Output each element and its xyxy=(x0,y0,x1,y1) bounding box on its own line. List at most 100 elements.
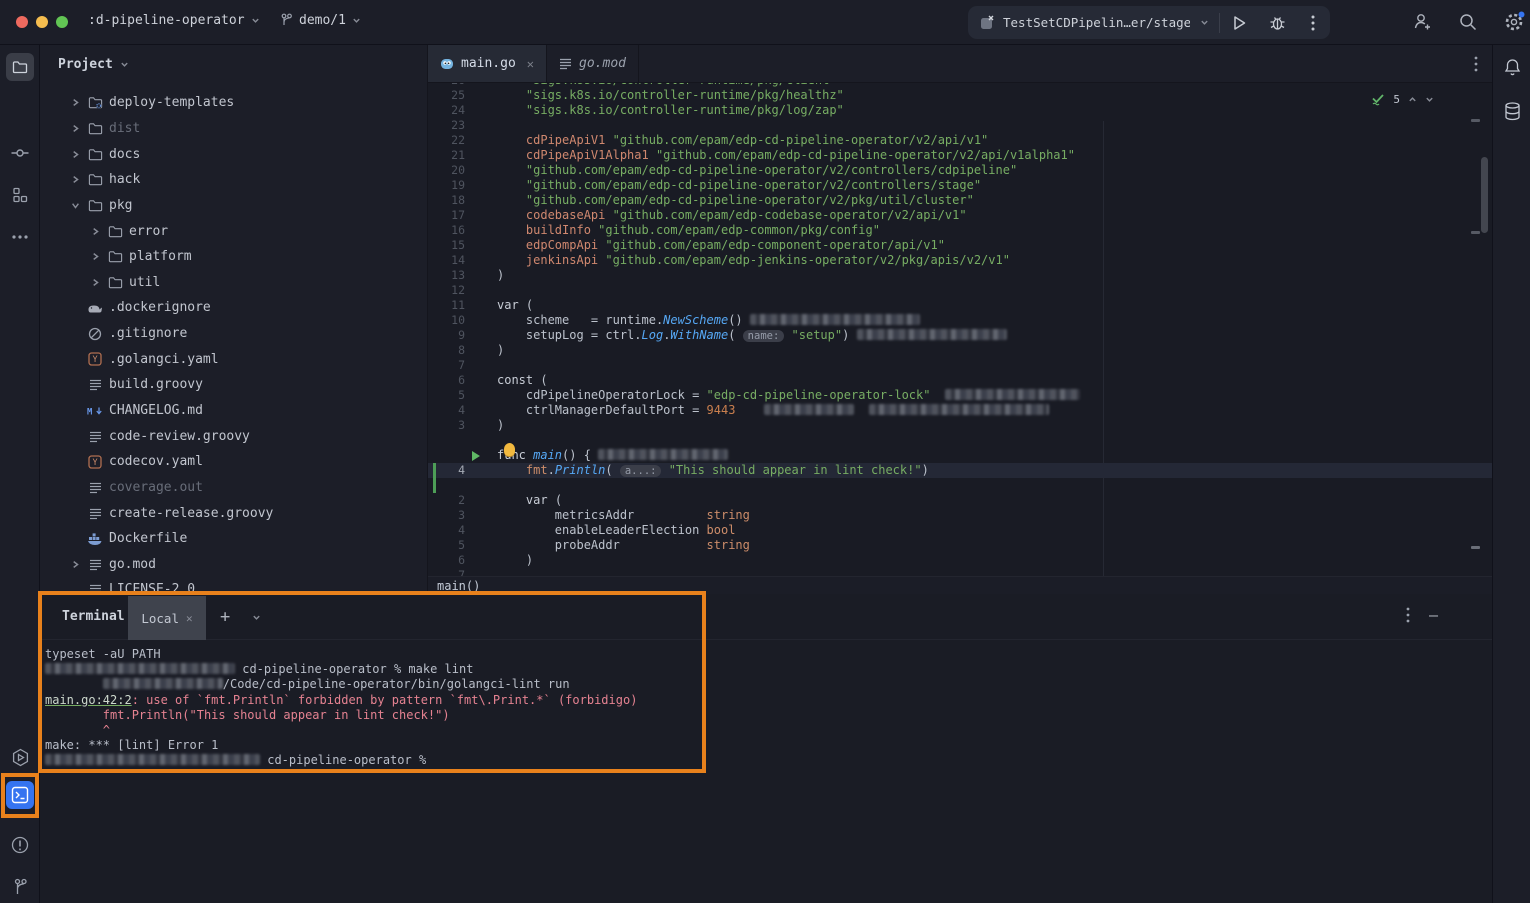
terminal-tab-local[interactable]: Local ✕ xyxy=(128,596,206,640)
version-control-tool-button[interactable] xyxy=(6,873,34,901)
code-line[interactable]: 23 xyxy=(428,118,1492,133)
stripe-mark[interactable] xyxy=(1471,119,1480,122)
tree-item-codecov-yaml[interactable]: Ycodecov.yaml xyxy=(40,449,427,475)
structure-tool-button[interactable] xyxy=(6,181,34,209)
code-line[interactable]: 6const ( xyxy=(428,373,1492,388)
tree-item-util[interactable]: util xyxy=(40,269,427,295)
line-number[interactable]: 3 xyxy=(428,418,465,433)
terminal-options-kebab-icon[interactable] xyxy=(1406,607,1410,623)
next-problem-icon[interactable] xyxy=(1425,95,1434,104)
chevron-expanded-icon[interactable] xyxy=(68,201,83,210)
code-line[interactable]: 15 edpCompApi "github.com/epam/edp-compo… xyxy=(428,238,1492,253)
tree-item-platform[interactable]: platform xyxy=(40,244,427,270)
tree-item-dist[interactable]: dist xyxy=(40,116,427,142)
branch-selector[interactable]: demo/1 xyxy=(280,13,361,28)
line-number[interactable]: 16 xyxy=(428,223,465,238)
terminal-panel-title[interactable]: Terminal xyxy=(62,609,125,624)
line-number[interactable]: 7 xyxy=(428,358,465,373)
tree-item-license-2-0[interactable]: LICENSE-2.0 xyxy=(40,577,427,594)
code-line[interactable]: 10 scheme = runtime.NewScheme() xyxy=(428,313,1492,328)
sticky-breadcrumb[interactable]: main() xyxy=(428,576,1492,594)
tree-item-changelog-md[interactable]: MCHANGELOG.md xyxy=(40,398,427,424)
code-line[interactable]: 5 probeAddr string xyxy=(428,538,1492,553)
line-number[interactable]: 14 xyxy=(428,253,465,268)
close-tab-icon[interactable]: ✕ xyxy=(186,612,193,625)
tree-item-create-release-groovy[interactable]: create-release.groovy xyxy=(40,500,427,526)
code-line[interactable]: 11var ( xyxy=(428,298,1492,313)
code-line[interactable]: 3) xyxy=(428,418,1492,433)
line-number[interactable]: 9 xyxy=(428,328,465,343)
code-line[interactable]: 21 cdPipeApiV1Alpha1 "github.com/epam/ed… xyxy=(428,148,1492,163)
tree-item-hack[interactable]: hack xyxy=(40,167,427,193)
project-tool-button[interactable] xyxy=(6,53,34,81)
tree-item-deploy-templates[interactable]: deploy-templates xyxy=(40,90,427,116)
intention-bulb-icon[interactable] xyxy=(504,443,515,456)
code-line[interactable]: 6 ) xyxy=(428,553,1492,568)
run-button[interactable] xyxy=(1220,15,1258,31)
line-number[interactable]: 3 xyxy=(428,508,465,523)
code-line[interactable]: 18 "github.com/epam/edp-cd-pipeline-oper… xyxy=(428,193,1492,208)
tree-item-docs[interactable]: docs xyxy=(40,141,427,167)
code-line[interactable]: 9 setupLog = ctrl.Log.WithName( name: "s… xyxy=(428,328,1492,343)
line-number[interactable]: 18 xyxy=(428,193,465,208)
code-line[interactable]: 20 "github.com/epam/edp-cd-pipeline-oper… xyxy=(428,163,1492,178)
line-number[interactable]: 12 xyxy=(428,283,465,298)
code-line[interactable]: 4 ctrlManagerDefaultPort = 9443 xyxy=(428,403,1492,418)
chevron-collapsed-icon[interactable] xyxy=(68,560,83,569)
code-line[interactable]: 13) xyxy=(428,268,1492,283)
code-line[interactable]: 24 "sigs.k8s.io/controller-runtime/pkg/l… xyxy=(428,103,1492,118)
line-number[interactable]: 7 xyxy=(428,568,465,576)
prev-problem-icon[interactable] xyxy=(1408,95,1417,104)
line-number[interactable]: 6 xyxy=(428,373,465,388)
minimize-window-button[interactable] xyxy=(36,16,48,28)
code-line[interactable]: 8) xyxy=(428,343,1492,358)
code-line[interactable]: 14 jenkinsApi "github.com/epam/edp-jenki… xyxy=(428,253,1492,268)
tree-item-code-review-groovy[interactable]: code-review.groovy xyxy=(40,423,427,449)
code-line[interactable]: 3 metricsAddr string xyxy=(428,508,1492,523)
code-line[interactable] xyxy=(428,433,1492,448)
code-line[interactable]: 12 xyxy=(428,283,1492,298)
notifications-bell-icon[interactable] xyxy=(1504,58,1521,76)
chevron-collapsed-icon[interactable] xyxy=(68,98,83,107)
chevron-collapsed-icon[interactable] xyxy=(68,150,83,159)
tab-go-mod[interactable]: go.mod xyxy=(547,45,639,82)
search-icon[interactable] xyxy=(1458,12,1478,32)
close-window-button[interactable] xyxy=(16,16,28,28)
code-line[interactable]: 4 enableLeaderElection bool xyxy=(428,523,1492,538)
code-line[interactable]: 19 "github.com/epam/edp-cd-pipeline-oper… xyxy=(428,178,1492,193)
code-line[interactable]: func main() { xyxy=(428,448,1492,463)
zoom-window-button[interactable] xyxy=(56,16,68,28)
line-number[interactable]: 25 xyxy=(428,88,465,103)
line-number[interactable]: 13 xyxy=(428,268,465,283)
run-main-gutter-icon[interactable] xyxy=(472,451,480,461)
editor-scrollbar[interactable] xyxy=(1481,157,1488,233)
tree-item--golangci-yaml[interactable]: Y.golangci.yaml xyxy=(40,346,427,372)
line-number[interactable]: 15 xyxy=(428,238,465,253)
code-line[interactable]: 2 var ( xyxy=(428,493,1492,508)
code-line[interactable]: 7 xyxy=(428,568,1492,576)
code-line[interactable]: 17 codebaseApi "github.com/epam/edp-code… xyxy=(428,208,1492,223)
tab-main-go[interactable]: main.go ✕ xyxy=(428,45,547,82)
line-number[interactable]: 19 xyxy=(428,178,465,193)
chevron-collapsed-icon[interactable] xyxy=(88,227,103,236)
problems-tool-button[interactable] xyxy=(6,831,34,859)
code-viewport[interactable]: 26 "sigs.k8s.io/controller-runtime/pkg/c… xyxy=(428,83,1492,576)
chevron-collapsed-icon[interactable] xyxy=(68,124,83,133)
run-tool-button[interactable] xyxy=(6,743,34,771)
run-config-name[interactable]: TestSetCDPipelin…er/stage xyxy=(1003,15,1190,30)
line-number[interactable]: 11 xyxy=(428,298,465,313)
code-line[interactable]: 4 fmt.Println( a...: "This should appear… xyxy=(428,463,1492,478)
line-number[interactable]: 6 xyxy=(428,553,465,568)
debug-button[interactable] xyxy=(1258,14,1296,31)
code-with-me-icon[interactable] xyxy=(1412,12,1433,32)
project-panel-header[interactable]: Project xyxy=(58,57,129,72)
line-number[interactable]: 4 xyxy=(428,403,465,418)
line-number[interactable]: 4 xyxy=(428,523,465,538)
chevron-collapsed-icon[interactable] xyxy=(88,252,103,261)
close-tab-icon[interactable]: ✕ xyxy=(527,57,534,71)
line-number[interactable]: 24 xyxy=(428,103,465,118)
tree-item-dockerfile[interactable]: Dockerfile xyxy=(40,526,427,552)
tree-item-go-mod[interactable]: go.mod xyxy=(40,552,427,578)
tree-item-build-groovy[interactable]: build.groovy xyxy=(40,372,427,398)
settings-gear-icon[interactable] xyxy=(1503,11,1525,33)
